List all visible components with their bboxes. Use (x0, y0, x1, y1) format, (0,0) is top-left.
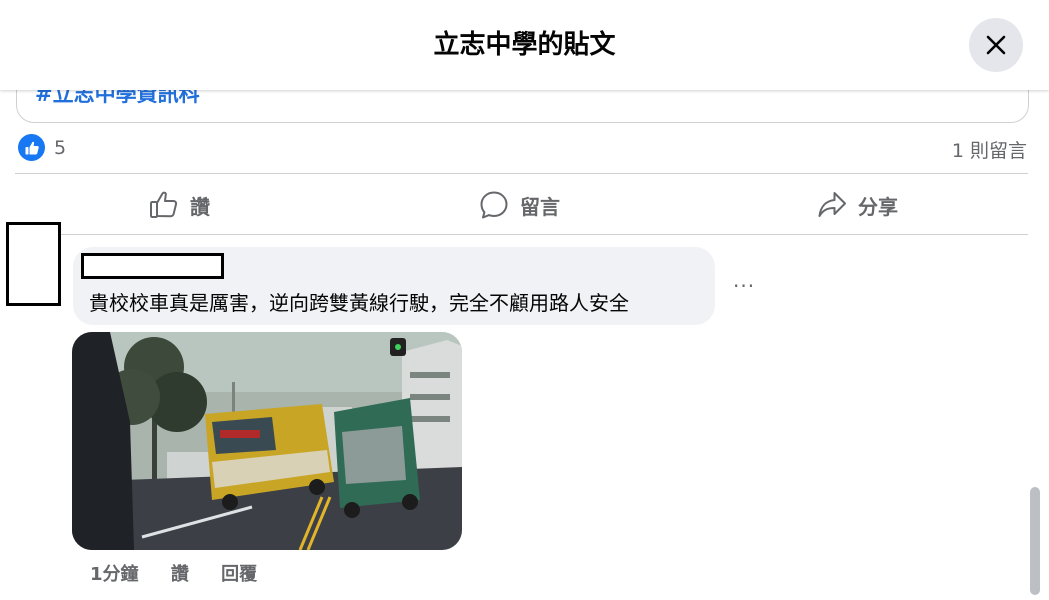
comment-button-label: 留言 (520, 194, 560, 219)
comment-like-link[interactable]: 讚 (171, 564, 189, 585)
share-arrow-icon (818, 192, 846, 217)
close-button[interactable] (969, 18, 1023, 72)
comment-button[interactable]: 留言 (478, 186, 560, 224)
comment-count-link[interactable]: 1 則留言 (952, 136, 1027, 163)
comment-meta: 1分鐘 讚 回覆 (90, 560, 283, 586)
like-button-label: 讚 (190, 194, 210, 219)
commenter-name-redacted[interactable] (81, 253, 224, 279)
comment-bubble-icon (480, 191, 508, 219)
dialog-title: 立志中學的貼文 (433, 30, 616, 60)
comment-text: 貴校校車真是厲害，逆向跨雙黃線行駛，完全不顧用路人安全 (89, 291, 629, 315)
comment-options-button[interactable]: ··· (733, 274, 755, 298)
comment-photo[interactable] (72, 332, 462, 550)
like-button[interactable]: 讚 (148, 186, 210, 224)
street-scene-image (72, 332, 462, 550)
comment-timestamp[interactable]: 1分鐘 (90, 564, 139, 585)
thumbs-up-icon (18, 134, 45, 161)
avatar[interactable] (6, 222, 61, 306)
close-icon (986, 35, 1006, 55)
divider (15, 173, 1028, 174)
divider (15, 234, 1028, 235)
comment-reply-link[interactable]: 回覆 (221, 564, 257, 585)
dialog-header: 立志中學的貼文 (0, 0, 1049, 90)
scrollbar-thumb[interactable] (1030, 487, 1040, 595)
share-button[interactable]: 分享 (816, 186, 898, 224)
share-button-label: 分享 (858, 194, 898, 219)
thumbs-up-outline-icon (150, 191, 178, 218)
reactions-summary[interactable]: 5 (18, 134, 66, 161)
reaction-count: 5 (54, 136, 67, 159)
comment-bubble: 貴校校車真是厲害，逆向跨雙黃線行駛，完全不顧用路人安全 (73, 247, 715, 325)
